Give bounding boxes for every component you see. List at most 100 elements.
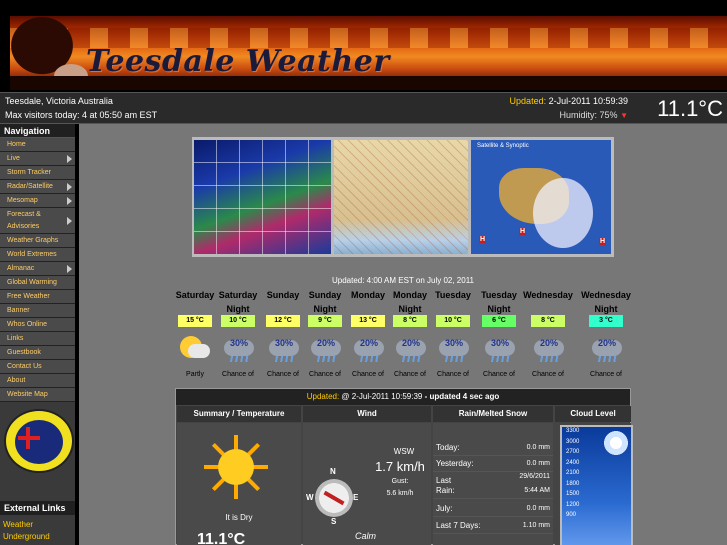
nav-item-label: Whos Online: [7, 321, 48, 328]
nav-item-label: Global Warming: [7, 279, 57, 286]
nav-item-label: Storm Tracker: [7, 169, 51, 176]
nav-item-links[interactable]: Links: [0, 332, 75, 346]
submenu-arrow-icon: [67, 197, 72, 205]
rain-month: July: 0.0 mm: [433, 501, 553, 517]
forecast-day: Wednesday: [581, 290, 631, 300]
summary-cell: It is Dry 11.1°C: [177, 423, 301, 545]
current-conditions-table: Updated: @ 2-Jul-2011 10:59:39 - updated…: [175, 388, 633, 545]
forecast-period: Tuesday Night 6 °C 30% Chance of: [477, 288, 521, 378]
forecast-period: Wednesday 8 °C 20% Chance of: [522, 288, 574, 378]
forecast-temp: 8 °C: [531, 315, 565, 327]
rain-7days: Last 7 Days: 1.10 mm: [433, 518, 553, 534]
radar-map-thumbnail[interactable]: [334, 140, 468, 254]
nav-item-label: Forecast &: [7, 211, 41, 218]
australian-weather-network-badge[interactable]: [4, 409, 74, 473]
nav-item-world-extremes[interactable]: World Extremes: [0, 248, 75, 262]
forecast-condition: Chance of: [532, 371, 564, 378]
rain-icon: 20%: [531, 331, 565, 365]
nav-item-home[interactable]: Home: [0, 138, 75, 152]
nav-item-weather-graphs[interactable]: Weather Graphs: [0, 234, 75, 248]
forecast-period: Wednesday Night 3 °C 20% Chance of: [578, 288, 634, 378]
nav-item-mesomap[interactable]: Mesomap: [0, 194, 75, 208]
nav-item-label: World Extremes: [7, 251, 57, 258]
header-cloud-level: Cloud Level: [555, 406, 631, 422]
nav-item-about[interactable]: About: [0, 374, 75, 388]
header-rain: Rain/Melted Snow: [433, 406, 553, 422]
forecast-updated: Updated: 4:00 AM EST on July 02, 2011: [331, 276, 475, 285]
cloud-level-tick: 2700: [566, 449, 580, 455]
nav-item-almanac[interactable]: Almanac: [0, 262, 75, 276]
summary-temperature: 11.1°C: [197, 531, 246, 545]
conditions-updated: Updated: @ 2-Jul-2011 10:59:39 - updated…: [176, 389, 630, 405]
rain-icon: 30%: [482, 331, 516, 365]
forecast-period: Saturday Night 10 °C 30% Chance of: [216, 288, 260, 378]
forecast-day: Monday: [392, 290, 427, 300]
sun-icon: [602, 429, 630, 457]
synoptic-map-title: Satellite & Synoptic: [477, 143, 529, 149]
nav-item-label: Contact Us: [7, 363, 42, 370]
nav-item-guestbook[interactable]: Guestbook: [0, 346, 75, 360]
compass-south: S: [331, 517, 337, 526]
satellite-map-thumbnail[interactable]: [194, 140, 331, 254]
nav-item-contact-us[interactable]: Contact Us: [0, 360, 75, 374]
cloud-level-tick: 2100: [566, 470, 580, 476]
forecast-temp: 15 °C: [178, 315, 212, 327]
precip-chance: 30%: [491, 338, 510, 348]
nav-item-label: Guestbook: [7, 349, 41, 356]
nav-item-label: Advisories: [7, 223, 40, 230]
nav-item-global-warming[interactable]: Global Warming: [0, 276, 75, 290]
rain-icon: 30%: [266, 331, 300, 365]
site-title[interactable]: Teesdale Weather: [86, 44, 390, 79]
nav-item-label: Home: [7, 141, 26, 148]
nav-item-website-map[interactable]: Website Map: [0, 388, 75, 402]
precip-status: It is Dry: [225, 513, 253, 522]
header-summary: Summary / Temperature: [177, 406, 301, 422]
nav-item-radar-satellite[interactable]: Radar/Satellite: [0, 180, 75, 194]
rain-last-time: 5:44 AM: [524, 487, 550, 494]
forecast-temp: 10 °C: [221, 315, 255, 327]
precip-chance: 20%: [402, 338, 421, 348]
rain-yesterday-label: Yesterday:: [436, 459, 474, 468]
rain-month-label: July:: [436, 504, 453, 513]
forecast-temp: 9 °C: [308, 315, 342, 327]
submenu-arrow-icon: [67, 155, 72, 163]
precip-chance: 20%: [360, 338, 379, 348]
nav-item-forecast[interactable]: Forecast & Advisories: [0, 208, 75, 234]
nav-item-label: Mesomap: [7, 197, 38, 204]
forecast-period: Saturday 15 °C Partly: [173, 288, 217, 378]
synoptic-map-thumbnail[interactable]: Satellite & Synoptic H H H: [471, 140, 611, 254]
rain-icon: 20%: [351, 331, 385, 365]
nav-item-label: Links: [7, 335, 24, 342]
nav-item-whos-online[interactable]: Whos Online: [0, 318, 75, 332]
wind-direction: WSW: [393, 447, 415, 456]
forecast-temp: 12 °C: [266, 315, 300, 327]
cloud-level-graphic: 3300 3000 2700 2400 2100 1800 1500 1200 900: [560, 425, 633, 545]
nav-item-banner[interactable]: Banner: [0, 304, 75, 318]
precip-chance: 30%: [275, 338, 294, 348]
rain-last-label2: Rain:: [436, 486, 455, 495]
external-link-underground[interactable]: Underground: [3, 532, 50, 541]
external-link-weather[interactable]: Weather: [3, 520, 33, 529]
max-visitors: Max visitors today: 4 at 05:50 am EST: [5, 110, 158, 120]
nav-title: Navigation: [0, 124, 75, 138]
forecast-temp: 6 °C: [482, 315, 516, 327]
cloud-level-tick: 900: [566, 512, 577, 518]
forecast-condition: Chance of: [267, 371, 299, 378]
forecast-day: Sunday: [266, 290, 300, 300]
rain-icon: 30%: [221, 331, 255, 365]
rain-icon: 20%: [589, 331, 623, 365]
map-strip: Satellite & Synoptic H H H: [192, 137, 614, 257]
nav-item-storm-tracker[interactable]: Storm Tracker: [0, 166, 75, 180]
conditions-updated-suffix: - updated 4 sec ago: [424, 392, 500, 401]
forecast-temp: 8 °C: [393, 315, 427, 327]
forecast-temp: 13 °C: [351, 315, 385, 327]
forecast-night: Night: [594, 304, 618, 314]
nav-item-label: Website Map: [7, 391, 48, 398]
gust-speed: 5.6 km/h: [386, 490, 414, 497]
forecast-period: Monday 13 °C 20% Chance of: [347, 288, 389, 378]
rain-7days-label: Last 7 Days:: [436, 521, 481, 530]
nav-item-free-weather[interactable]: Free Weather: [0, 290, 75, 304]
nav-item-live[interactable]: Live: [0, 152, 75, 166]
rain-today-label: Today:: [436, 443, 460, 452]
forecast-condition: Chance of: [483, 371, 515, 378]
